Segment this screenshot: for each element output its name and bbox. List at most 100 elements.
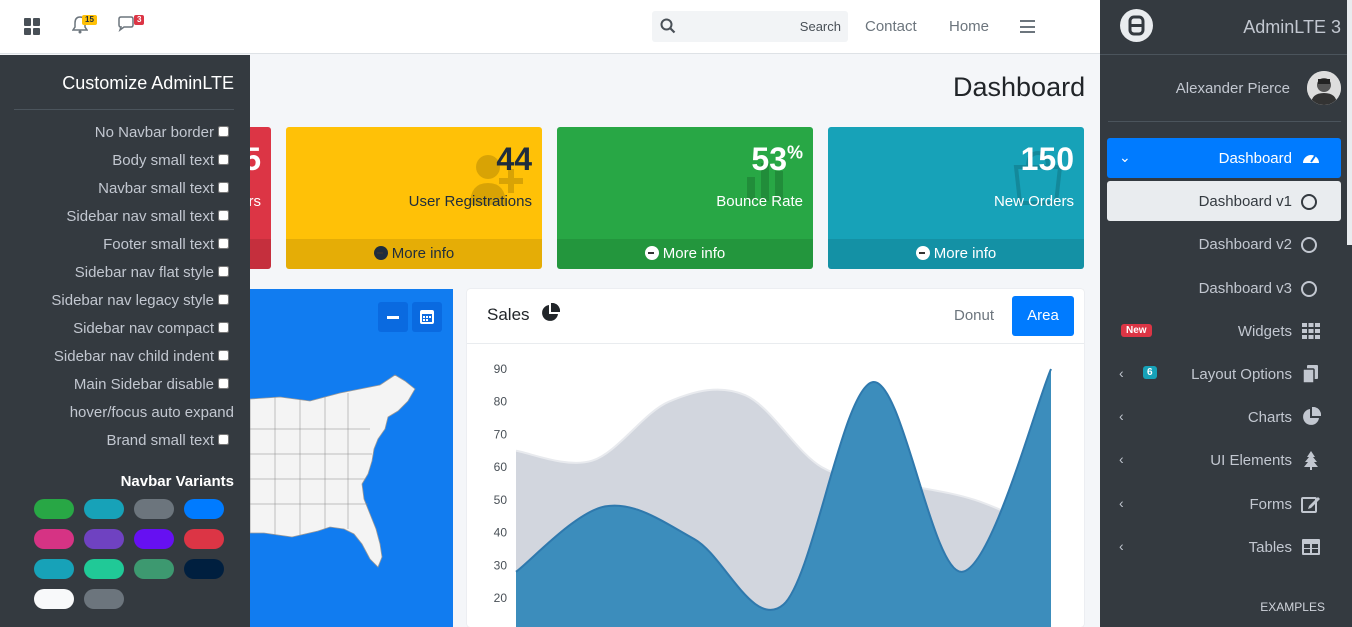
y-tick-label: 30: [494, 558, 508, 572]
messages-badge: 3: [134, 15, 145, 25]
navbar-variant-swatch[interactable]: [84, 589, 124, 609]
customize-option[interactable]: Sidebar nav child indent: [54, 348, 229, 365]
avatar[interactable]: [1307, 71, 1341, 105]
navbar-variant-swatch[interactable]: [34, 529, 74, 549]
page-title: Dashboard: [953, 72, 1086, 102]
sidebar-item-label: Dashboard v3: [1198, 280, 1292, 297]
navbar-variant-swatch[interactable]: [184, 499, 224, 519]
sidebar-item-layout-options[interactable]: ‹ 6 Layout Options: [1107, 354, 1341, 394]
customize-option-label: Navbar small text: [98, 180, 214, 197]
customize-checkbox[interactable]: [218, 322, 229, 333]
customize-checkbox[interactable]: [218, 210, 229, 221]
pie-chart-icon: [1303, 407, 1321, 425]
customize-option[interactable]: Sidebar nav small text: [66, 208, 229, 225]
menu-icon[interactable]: [1020, 20, 1035, 33]
user-name[interactable]: Alexander Pierce: [1176, 80, 1290, 97]
more-info-link[interactable]: More info: [286, 239, 542, 269]
small-box-label: rs: [248, 193, 262, 210]
y-tick-label: 60: [494, 460, 508, 474]
edit-icon: [1301, 497, 1320, 513]
pie-chart-icon: [542, 302, 561, 321]
small-box-orders: 150 New Orders More info: [828, 127, 1084, 269]
y-tick-label: 80: [494, 395, 508, 409]
user-divider: [1108, 121, 1341, 122]
search-icon[interactable]: [660, 18, 676, 34]
customize-checkbox[interactable]: [218, 378, 229, 389]
sidebar-item-dashboard[interactable]: ⌄ Dashboard: [1107, 138, 1341, 178]
brand-logo[interactable]: [1120, 9, 1153, 42]
sidebar-item-dashboard-v3[interactable]: Dashboard v3: [1107, 268, 1341, 308]
customize-checkbox[interactable]: [218, 182, 229, 193]
navbar-variant-swatch[interactable]: [84, 529, 124, 549]
customize-option-label: Main Sidebar disable: [73, 376, 214, 393]
chevron-left-icon: ‹: [1119, 365, 1124, 381]
small-box-value: 53%: [751, 141, 803, 177]
customize-option-label: No Navbar border: [94, 124, 214, 141]
navbar-variant-swatch[interactable]: [184, 529, 224, 549]
navbar-variant-swatch[interactable]: [84, 559, 124, 579]
more-info-link[interactable]: More info: [828, 239, 1084, 269]
sidebar-item-ui-elements[interactable]: ‹ UI Elements: [1107, 440, 1341, 480]
navbar-variant-swatch[interactable]: [184, 589, 224, 609]
small-box-registrations: 44 User Registrations More info: [286, 127, 542, 269]
sidebar-item-dashboard-v2[interactable]: Dashboard v2: [1107, 224, 1341, 264]
sidebar-item-label: Dashboard: [1218, 150, 1292, 167]
customize-option[interactable]: Navbar small text: [98, 180, 229, 197]
brand-text[interactable]: AdminLTE 3: [1243, 17, 1341, 38]
nav-link-contact[interactable]: Contact: [865, 18, 917, 35]
sidebar-item-label: Dashboard v1: [1198, 193, 1292, 210]
navbar-variant-swatch[interactable]: [184, 559, 224, 579]
customize-title: Customize AdminLTE: [62, 73, 234, 93]
arrow-circle-right-icon: [644, 246, 659, 260]
navbar-variant-swatch[interactable]: [84, 499, 124, 519]
nav-link-home[interactable]: Home: [949, 18, 989, 35]
apps-grid-icon[interactable]: [24, 18, 41, 35]
navbar-variant-swatch[interactable]: [34, 499, 74, 519]
customize-checkbox[interactable]: [218, 294, 229, 305]
navbar-variant-swatch[interactable]: [34, 559, 74, 579]
customize-checkbox[interactable]: [218, 434, 229, 445]
customize-option: hover/focus auto expand: [70, 404, 234, 421]
sidebar-item-charts[interactable]: ‹ Charts: [1107, 397, 1341, 437]
navbar-variants-title: Navbar Variants: [120, 473, 234, 490]
chevron-left-icon: ‹: [1119, 451, 1124, 467]
y-tick-label: 70: [494, 427, 508, 441]
page-scrollbar[interactable]: [1347, 0, 1352, 245]
customize-option[interactable]: Sidebar nav flat style: [75, 264, 229, 281]
navbar-variant-swatch[interactable]: [134, 499, 174, 519]
tab-area[interactable]: Area: [1012, 296, 1074, 336]
customize-checkbox[interactable]: [218, 266, 229, 277]
small-box-value: 44: [496, 141, 532, 177]
customize-option[interactable]: Body small text: [112, 152, 229, 169]
more-info-link[interactable]: More info: [557, 239, 813, 269]
customize-checkbox[interactable]: [218, 154, 229, 165]
more-info-label: More info: [391, 245, 455, 262]
usa-map[interactable]: [250, 289, 453, 627]
customize-option[interactable]: Main Sidebar disable: [74, 376, 229, 393]
navbar-variant-swatch[interactable]: [134, 529, 174, 549]
customize-option[interactable]: No Navbar border: [95, 124, 229, 141]
navbar-search[interactable]: Search: [652, 11, 848, 42]
customize-checkbox[interactable]: [218, 238, 229, 249]
sidebar-item-forms[interactable]: ‹ Forms: [1107, 484, 1341, 524]
messages-button[interactable]: 3: [117, 15, 145, 39]
customize-option[interactable]: Brand small text: [106, 432, 229, 449]
customize-option-label: Footer small text: [103, 236, 214, 253]
search-input[interactable]: Search: [800, 19, 841, 34]
count-badge: 6: [1143, 366, 1157, 379]
navbar-variant-swatch[interactable]: [134, 559, 174, 579]
new-badge: New: [1121, 324, 1152, 337]
notifications-button[interactable]: 15: [71, 15, 97, 39]
customize-checkbox[interactable]: [218, 350, 229, 361]
customize-checkbox[interactable]: [218, 126, 229, 137]
tab-donut[interactable]: Donut: [943, 296, 1005, 336]
customize-option[interactable]: Footer small text: [103, 236, 229, 253]
navbar-variant-swatch[interactable]: [134, 589, 174, 609]
navbar-variant-swatch[interactable]: [34, 589, 74, 609]
sidebar-item-tables[interactable]: ‹ Tables: [1107, 527, 1341, 567]
sidebar-item-dashboard-v1[interactable]: Dashboard v1: [1107, 181, 1341, 221]
sidebar-item-widgets[interactable]: New Widgets: [1107, 311, 1341, 351]
card-divider: [467, 343, 1084, 344]
customize-option[interactable]: Sidebar nav legacy style: [51, 292, 229, 309]
customize-option[interactable]: Sidebar nav compact: [73, 320, 229, 337]
